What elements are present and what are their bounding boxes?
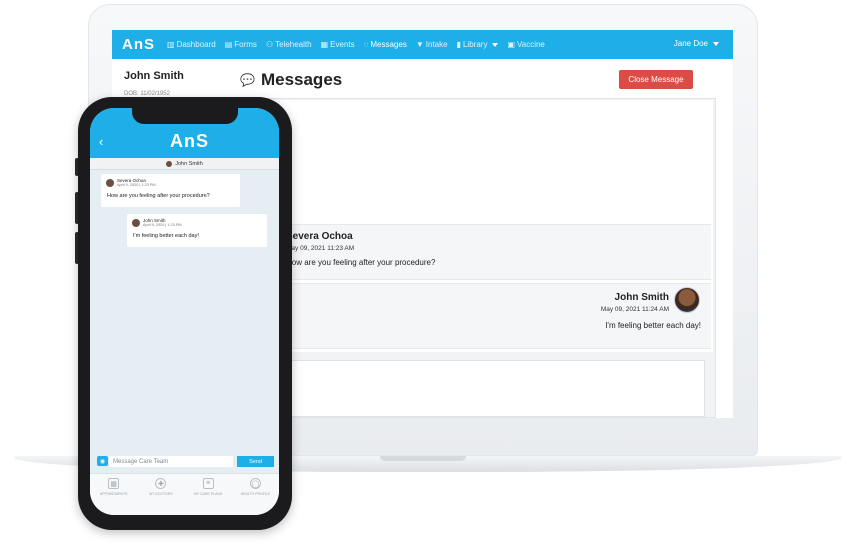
tab-my-care-plans[interactable]: ≡ MY CARE PLANS <box>185 474 232 515</box>
tab-my-doctors[interactable]: ✚ MY DOCTORS <box>137 474 184 515</box>
top-navigation-bar: AnS ▥ Dashboard ▤ Forms ⚇ Telehealth ▦ E… <box>112 30 733 59</box>
calendar-icon: ▦ <box>320 40 329 49</box>
phone-tab-bar: ▦ APPOINTMENTS ✚ MY DOCTORS ≡ MY CARE PL… <box>90 473 279 515</box>
people-icon: ⚇ <box>265 40 274 49</box>
main-nav: ▥ Dashboard ▤ Forms ⚇ Telehealth ▦ Event… <box>167 40 554 49</box>
avatar <box>106 179 114 187</box>
nav-label: Telehealth <box>275 40 312 49</box>
nav-item-vaccine[interactable]: ▣ Vaccine <box>507 40 544 49</box>
message-item: John Smith May 09, 2021 11:24 AM I'm fee… <box>230 283 711 349</box>
nav-item-events[interactable]: ▦ Events <box>321 40 355 49</box>
close-message-button[interactable]: Close Message <box>619 70 693 89</box>
conversation-header: John Smith <box>90 158 279 170</box>
laptop-notch <box>380 456 466 461</box>
message-body: How are you feeling after your procedure… <box>107 193 210 199</box>
user-menu[interactable]: Jane Doe <box>674 39 719 48</box>
chat-icon: ◌ <box>363 40 369 49</box>
filter-icon: ▼ <box>415 40 424 49</box>
tab-label: APPOINTMENTS <box>99 492 128 496</box>
nav-label: Messages <box>370 40 407 49</box>
conversation-name: John Smith <box>175 160 203 167</box>
nav-label: Library <box>462 40 488 49</box>
send-button[interactable]: Send <box>237 456 274 467</box>
tab-label: MY DOCTORS <box>149 492 173 496</box>
tab-label: HEALTH PROFILE <box>240 492 271 496</box>
message-sender: John Smith <box>614 292 669 303</box>
tab-health-profile[interactable]: ◯ HEALTH PROFILE <box>232 474 279 515</box>
briefcase-icon: ▣ <box>507 40 515 49</box>
nav-label: Forms <box>234 40 257 49</box>
chat-icon: 💬 <box>240 73 255 87</box>
message-item: Severa Ochoa May 09, 2021 11:23 AM How a… <box>230 224 711 280</box>
chevron-down-icon <box>492 42 499 47</box>
message-compose-area[interactable] <box>274 360 705 417</box>
nav-item-forms[interactable]: ▤ Forms <box>225 40 257 49</box>
phone-message-bubble: Severa Ochoa April 9, 2020 | 1:23 PM How… <box>101 174 240 207</box>
device-mockup: AnS ▥ Dashboard ▤ Forms ⚇ Telehealth ▦ E… <box>0 0 857 559</box>
user-name: Jane Doe <box>673 39 708 48</box>
nav-item-messages[interactable]: ◌ Messages <box>364 40 407 49</box>
calendar-icon: ▦ <box>108 478 120 489</box>
camera-icon[interactable]: ◉ <box>97 456 108 466</box>
page-title: 💬 Messages <box>240 70 342 90</box>
nav-label: Events <box>330 40 355 49</box>
nav-label: Vaccine <box>517 40 545 49</box>
avatar <box>166 160 173 167</box>
nav-label: Intake <box>425 40 448 49</box>
doctor-icon: ✚ <box>155 478 167 489</box>
phone-screen: ‹ AnS John Smith Severa Ochoa April 9, 2… <box>90 108 279 515</box>
phone-notch <box>132 104 238 124</box>
chart-icon: ▥ <box>167 40 175 49</box>
message-sender: Severa Ochoa <box>286 231 353 242</box>
tab-appointments[interactable]: ▦ APPOINTMENTS <box>90 474 137 515</box>
tab-label: MY CARE PLANS <box>193 492 223 496</box>
message-input[interactable]: Message Care Team <box>109 456 233 467</box>
avatar <box>674 287 700 313</box>
nav-item-intake[interactable]: ▼ Intake <box>416 40 448 49</box>
message-body: I'm feeling better each day! <box>605 321 701 330</box>
nav-label: Dashboard <box>176 40 216 49</box>
message-time: May 09, 2021 11:24 AM <box>600 306 669 313</box>
user-icon: ◯ <box>249 478 261 489</box>
message-time: May 09, 2021 11:23 AM <box>286 245 355 252</box>
nav-item-library[interactable]: ▮ Library <box>457 40 499 49</box>
avatar <box>132 219 140 227</box>
message-time: April 9, 2020 | 1:23 PM <box>143 223 182 227</box>
message-time: April 9, 2020 | 1:23 PM <box>117 183 156 187</box>
phone-compose-row: ◉ Message Care Team Send <box>90 453 279 471</box>
form-icon: ▤ <box>224 40 233 49</box>
nav-item-telehealth[interactable]: ⚇ Telehealth <box>266 40 312 49</box>
patient-name: John Smith <box>124 70 184 82</box>
phone-logo: AnS <box>170 131 209 151</box>
page-title-text: Messages <box>260 70 343 89</box>
brand-logo[interactable]: AnS <box>122 36 167 53</box>
message-body: I'm feeling better each day! <box>133 233 199 239</box>
chevron-down-icon <box>713 41 719 46</box>
phone-message-bubble: John Smith April 9, 2020 | 1:23 PM I'm f… <box>127 214 267 247</box>
back-icon[interactable]: ‹ <box>99 134 103 149</box>
message-body: How are you feeling after your procedure… <box>286 258 436 267</box>
book-icon: ▮ <box>456 40 461 49</box>
document-icon: ≡ <box>202 478 214 489</box>
nav-item-dashboard[interactable]: ▥ Dashboard <box>167 40 216 49</box>
